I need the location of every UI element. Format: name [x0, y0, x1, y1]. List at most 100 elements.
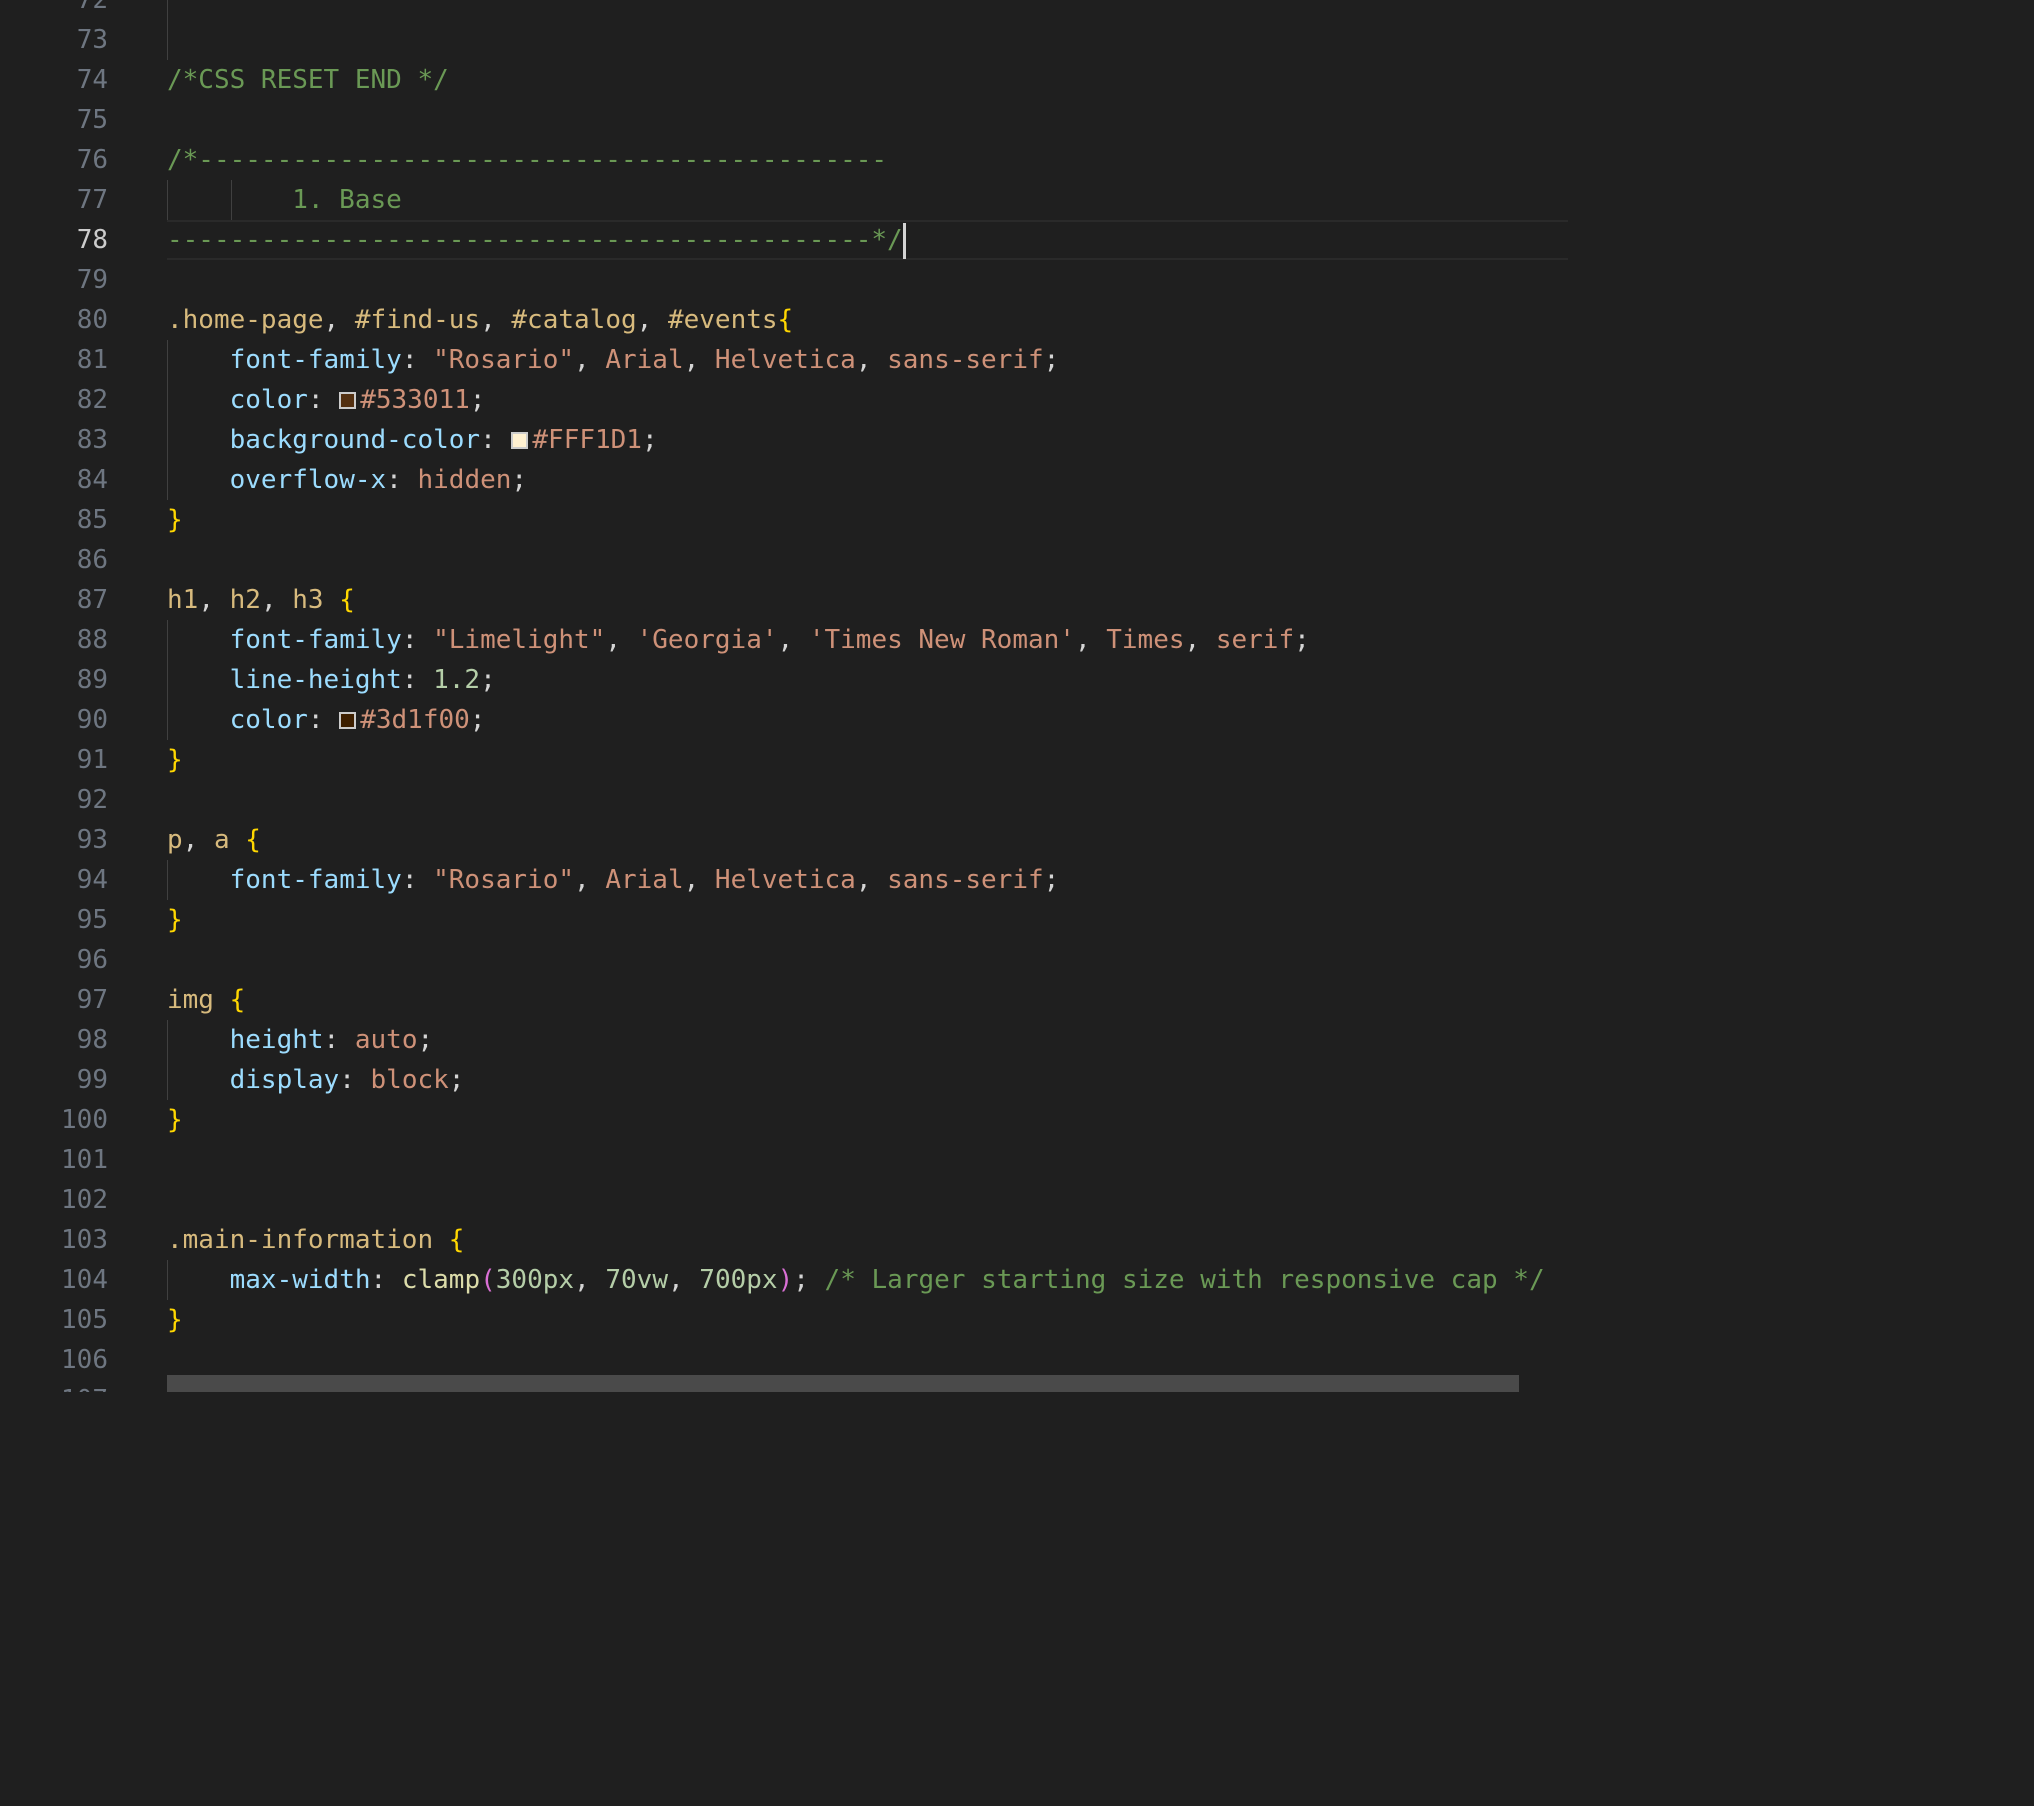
code-line[interactable]: 105} — [0, 1300, 1568, 1340]
token-pun: , — [605, 625, 637, 655]
line-code[interactable]: /*CSS RESET END */ — [167, 60, 449, 100]
code-line[interactable]: 98 height: auto; — [0, 1020, 1568, 1060]
token-pun: , — [667, 1265, 700, 1295]
indent-guide — [167, 1260, 168, 1300]
line-code[interactable]: max-width: clamp(300px, 70vw, 700px); /*… — [167, 1260, 1545, 1300]
token-prop: overflow-x — [229, 465, 387, 495]
token-tag: img — [167, 985, 214, 1015]
token-str: serif — [1215, 625, 1295, 655]
code-line[interactable]: 75 — [0, 100, 1568, 140]
line-code[interactable]: } — [167, 740, 183, 780]
code-line[interactable]: 102 — [0, 1180, 1568, 1220]
code-line[interactable]: 83 background-color: #FFF1D1; — [0, 420, 1568, 460]
token-tag: a — [213, 825, 230, 855]
token-br: { — [777, 305, 794, 335]
color-swatch[interactable] — [339, 392, 357, 409]
line-code[interactable]: overflow-x: hidden; — [167, 460, 527, 500]
code-line[interactable]: 99 display: block; — [0, 1060, 1568, 1100]
line-number: 73 — [76, 25, 108, 55]
code-line[interactable]: 96 — [0, 940, 1568, 980]
code-line[interactable]: 89 line-height: 1.2; — [0, 660, 1568, 700]
code-line[interactable]: 100} — [0, 1100, 1568, 1140]
code-line[interactable]: 72 — [0, 0, 1568, 20]
code-line[interactable]: 78 --------------------------------------… — [0, 220, 1568, 260]
line-code[interactable]: display: block; — [167, 1060, 465, 1100]
token-str: "Rosario" — [433, 865, 575, 895]
code-line[interactable]: 93 p, a { — [0, 820, 1568, 860]
line-number: 90 — [76, 705, 108, 735]
color-swatch[interactable] — [339, 712, 357, 729]
line-code[interactable]: .main-information { — [167, 1220, 464, 1260]
code-line[interactable]: 90 color: #3d1f00; — [0, 700, 1568, 740]
token-pun — [433, 1225, 449, 1255]
indent-guide — [167, 860, 168, 900]
token-pun — [230, 825, 246, 855]
code-line[interactable]: 81 font-family: "Rosario", Arial, Helvet… — [0, 340, 1568, 380]
code-line[interactable]: 106 — [0, 1340, 1568, 1380]
code-line[interactable]: 101 — [0, 1140, 1568, 1180]
code-line[interactable]: 88 font-family: "Limelight", 'Georgia', … — [0, 620, 1568, 660]
code-line[interactable]: 79 — [0, 260, 1568, 300]
token-br: } — [167, 905, 183, 935]
line-code[interactable]: .home-page, #find-us, #catalog, #events{ — [167, 300, 793, 340]
line-number: 92 — [76, 785, 108, 815]
code-line[interactable]: 82 color: #533011; — [0, 380, 1568, 420]
code-line[interactable]: 80 .home-page, #find-us, #catalog, #event… — [0, 300, 1568, 340]
line-code[interactable]: } — [167, 1300, 183, 1340]
code-line[interactable]: 91} — [0, 740, 1568, 780]
line-code[interactable]: } — [167, 500, 183, 540]
line-code[interactable]: font-family: "Rosario", Arial, Helvetica… — [167, 860, 1060, 900]
line-code[interactable]: p, a { — [167, 820, 261, 860]
horizontal-scrollbar[interactable] — [167, 1375, 1519, 1392]
line-code[interactable]: background-color: #FFF1D1; — [167, 420, 658, 460]
code-editor[interactable]: 72 73 74 /*CSS RESET END */ 75 76 /*----------… — [0, 0, 1568, 1392]
line-code[interactable]: ----------------------------------------… — [167, 220, 906, 260]
code-line[interactable]: 103 .main-information { — [0, 1220, 1568, 1260]
token-br: { — [339, 585, 355, 615]
token-str: "Rosario" — [433, 345, 575, 375]
token-pun: : — [401, 345, 434, 375]
code-line[interactable]: 74 /*CSS RESET END */ — [0, 60, 1568, 100]
line-code[interactable]: color: #3d1f00; — [167, 700, 486, 740]
code-line[interactable]: 95} — [0, 900, 1568, 940]
token-pun: , — [198, 585, 230, 615]
line-number: 72 — [76, 0, 108, 15]
code-line[interactable]: 92 — [0, 780, 1568, 820]
code-line[interactable]: 97 img { — [0, 980, 1568, 1020]
line-code[interactable]: height: auto; — [167, 1020, 434, 1060]
code-line[interactable]: 104 max-width: clamp(300px, 70vw, 700px)… — [0, 1260, 1568, 1300]
line-code[interactable]: line-height: 1.2; — [167, 660, 496, 700]
token-str: block — [370, 1065, 449, 1095]
line-code[interactable]: font-family: "Limelight", 'Georgia', 'Ti… — [167, 620, 1310, 660]
code-line[interactable]: 84 overflow-x: hidden; — [0, 460, 1568, 500]
token-br: } — [167, 505, 183, 535]
token-prop: color — [229, 705, 308, 735]
line-code[interactable]: } — [167, 1100, 183, 1140]
line-code[interactable]: img { — [167, 980, 245, 1020]
token-str: #3d1f00 — [360, 705, 470, 735]
code-line[interactable]: 76 /*------------------------------------… — [0, 140, 1568, 180]
line-number: 84 — [76, 465, 108, 495]
token-pun: ; — [793, 1265, 825, 1295]
color-swatch[interactable] — [511, 432, 529, 449]
token-br: { — [229, 985, 246, 1015]
token-prop: font-family — [229, 865, 402, 895]
line-code[interactable]: } — [167, 900, 183, 940]
token-pun: : — [370, 1265, 402, 1295]
code-line[interactable]: 77 1. Base — [0, 180, 1568, 220]
token-str: Helvetica — [714, 865, 856, 895]
code-line[interactable]: 86 — [0, 540, 1568, 580]
line-code[interactable]: 1. Base — [167, 180, 402, 220]
token-prop: line-height — [229, 665, 402, 695]
token-sel: .home-page — [167, 305, 324, 335]
token-prop: color — [229, 385, 308, 415]
line-code[interactable]: /*--------------------------------------… — [167, 140, 887, 180]
line-code[interactable]: h1, h2, h3 { — [167, 580, 355, 620]
line-code[interactable]: color: #533011; — [167, 380, 486, 420]
code-line[interactable]: 94 font-family: "Rosario", Arial, Helvet… — [0, 860, 1568, 900]
line-number: 78 — [76, 225, 108, 255]
code-line[interactable]: 73 — [0, 20, 1568, 60]
line-code[interactable]: font-family: "Rosario", Arial, Helvetica… — [167, 340, 1060, 380]
code-line[interactable]: 85} — [0, 500, 1568, 540]
code-line[interactable]: 87 h1, h2, h3 { — [0, 580, 1568, 620]
